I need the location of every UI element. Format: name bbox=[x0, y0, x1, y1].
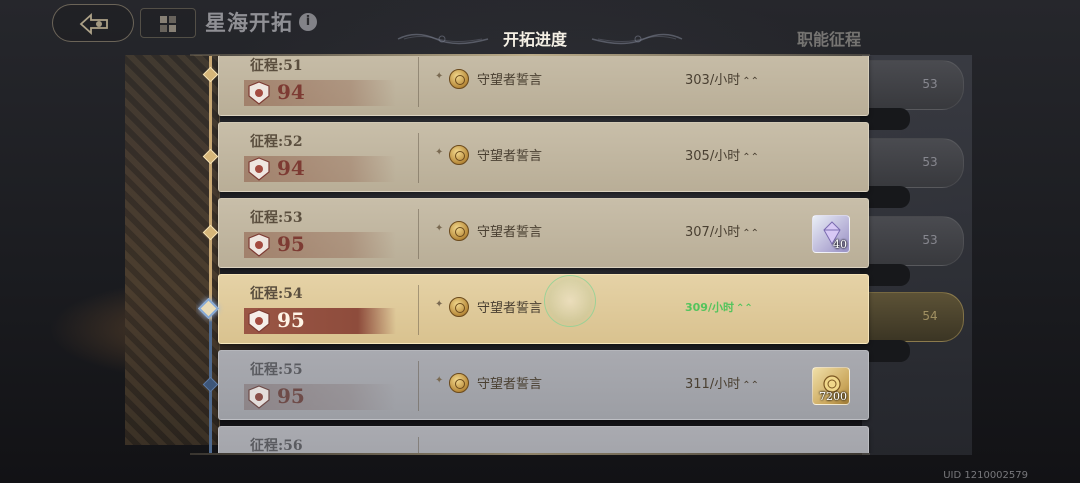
timeline-node-icon bbox=[202, 376, 219, 393]
reward-name: 守望者誓言 bbox=[477, 73, 543, 88]
progress-list[interactable]: 征程:51 94 ✦ 守望者誓言 303/小时 ⌃⌃ 征程:52 94 ✦ 守望者… bbox=[196, 56, 876, 453]
reward-name: 守望者誓言 bbox=[477, 149, 543, 164]
oath-coin-icon bbox=[449, 145, 469, 165]
oath-coin-icon bbox=[449, 69, 469, 89]
stage-label: 征程:51 bbox=[250, 58, 303, 74]
sparkle-icon: ✦ bbox=[435, 147, 444, 158]
progress-row[interactable]: 征程:52 94 ✦ 守望者誓言 305/小时 ⌃⌃ bbox=[202, 122, 869, 192]
level-emblem-icon bbox=[248, 385, 270, 409]
career-pin-label: 54 bbox=[922, 309, 938, 323]
level-emblem-icon bbox=[248, 233, 270, 257]
timeline-node-icon bbox=[202, 224, 219, 241]
bonus-quantity: 40 bbox=[833, 238, 847, 251]
sparkle-icon: ✦ bbox=[435, 375, 444, 386]
sparkle-icon: ✦ bbox=[435, 223, 444, 234]
page-title: 星海开拓 bbox=[205, 10, 293, 35]
sparkle-icon: ✦ bbox=[435, 71, 444, 82]
footer-divider bbox=[190, 453, 870, 455]
current-node-icon bbox=[197, 297, 220, 320]
bonus-reward-card[interactable]: 7200 bbox=[812, 367, 850, 405]
oath-coin-icon bbox=[449, 297, 469, 317]
row-divider bbox=[418, 361, 419, 411]
uid-label: UID 1210002579 bbox=[943, 470, 1028, 481]
level-value: 94 bbox=[277, 80, 305, 104]
stage-label: 征程:53 bbox=[250, 210, 303, 226]
sparkle-icon: ✦ bbox=[435, 299, 444, 310]
oath-coin-icon bbox=[449, 221, 469, 241]
stage-label: 征程:55 bbox=[250, 362, 303, 378]
bonus-quantity: 7200 bbox=[819, 390, 847, 403]
rate-up-icon: ⌃⌃ bbox=[735, 303, 753, 314]
level-emblem-icon bbox=[248, 309, 270, 333]
tab-career[interactable]: 职能征程 bbox=[797, 26, 861, 50]
reward-name: 守望者誓言 bbox=[477, 225, 543, 240]
progress-row-current[interactable]: 征程:54 95 ✦ 守望者誓言 309/小时 ⌃⌃ bbox=[197, 274, 869, 344]
level-value: 95 bbox=[277, 232, 305, 256]
left-ornament-icon bbox=[397, 33, 489, 45]
reward-rate: 307/小时 ⌃⌃ bbox=[685, 225, 759, 240]
rate-up-icon: ⌃⌃ bbox=[742, 152, 759, 163]
info-icon[interactable]: i bbox=[299, 13, 317, 31]
row-divider bbox=[418, 437, 419, 453]
row-divider bbox=[418, 285, 419, 335]
progress-row-locked[interactable]: 征程:55 95 ✦ 守望者誓言 311/小时 ⌃⌃ 7200 bbox=[202, 350, 869, 420]
row-divider bbox=[418, 209, 419, 259]
reward-rate: 309/小时 ⌃⌃ bbox=[685, 301, 753, 314]
reward-name: 守望者誓言 bbox=[477, 377, 543, 392]
level-value: 95 bbox=[277, 308, 305, 332]
right-ornament-icon bbox=[591, 33, 683, 45]
career-pin-label: 53 bbox=[922, 155, 938, 169]
menu-button[interactable] bbox=[140, 8, 196, 38]
back-button[interactable] bbox=[52, 4, 134, 42]
reward-rate: 311/小时 ⌃⌃ bbox=[685, 377, 759, 392]
row-divider bbox=[418, 133, 419, 183]
reward-rate: 303/小时 ⌃⌃ bbox=[685, 73, 759, 88]
stage-label: 征程:56 bbox=[250, 438, 303, 453]
career-pin-label: 53 bbox=[922, 233, 938, 247]
bonus-reward-card[interactable]: 40 bbox=[812, 215, 850, 253]
oath-coin-icon bbox=[449, 373, 469, 393]
level-value: 95 bbox=[277, 384, 305, 408]
level-emblem-icon bbox=[248, 81, 270, 105]
career-pin-label: 53 bbox=[922, 77, 938, 91]
progress-timeline bbox=[209, 56, 212, 453]
level-value: 94 bbox=[277, 156, 305, 180]
timeline-node-icon bbox=[202, 148, 219, 165]
progress-row[interactable]: 征程:51 94 ✦ 守望者誓言 303/小时 ⌃⌃ bbox=[202, 56, 869, 116]
rate-up-icon: ⌃⌃ bbox=[742, 76, 759, 87]
stage-label: 征程:52 bbox=[250, 134, 303, 150]
progress-row[interactable]: 征程:53 95 ✦ 守望者誓言 307/小时 ⌃⌃ 40 bbox=[202, 198, 869, 268]
reward-rate: 305/小时 ⌃⌃ bbox=[685, 149, 759, 164]
timeline-node-icon bbox=[202, 66, 219, 83]
tab-progress[interactable]: 开拓进度 bbox=[503, 26, 567, 50]
progress-row-locked[interactable]: 征程:56 bbox=[202, 426, 869, 453]
rate-up-icon: ⌃⌃ bbox=[742, 228, 759, 239]
level-emblem-icon bbox=[248, 157, 270, 181]
grid-icon bbox=[160, 16, 176, 32]
back-arrow-icon bbox=[79, 12, 108, 36]
stage-label: 征程:54 bbox=[250, 286, 303, 302]
rate-up-icon: ⌃⌃ bbox=[742, 380, 759, 391]
reward-name: 守望者誓言 bbox=[477, 301, 543, 316]
row-divider bbox=[418, 57, 419, 107]
touch-glow bbox=[544, 275, 596, 327]
